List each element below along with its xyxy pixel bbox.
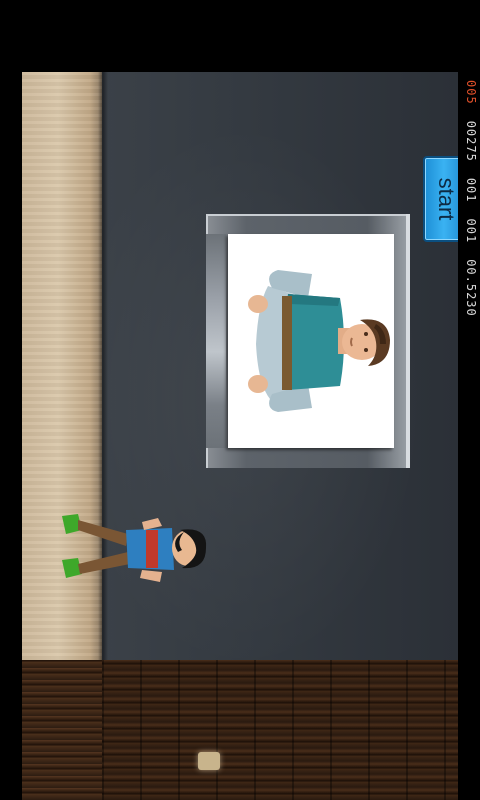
hud-level: 005 — [464, 80, 478, 105]
game-screen: start 005 00275 001 001 00.5230 — [0, 0, 480, 800]
hud-time: 00.5230 — [464, 259, 478, 317]
hud-value-b: 001 — [464, 218, 478, 244]
framed-portrait — [228, 234, 394, 448]
frame-edge — [406, 214, 410, 468]
wooden-floor — [102, 660, 458, 800]
player-sprite — [62, 514, 207, 582]
portrait-figure — [248, 270, 390, 412]
hud-score: 00275 — [464, 120, 478, 162]
start-button[interactable]: start — [423, 156, 458, 242]
player-character[interactable] — [58, 512, 208, 592]
frame-side-band — [206, 234, 226, 448]
hud-value-a: 001 — [464, 177, 478, 203]
hud-status-bar: 005 00275 001 001 00.5230 — [464, 80, 478, 400]
floor-lower-wood — [22, 660, 102, 800]
floor-light-spot — [198, 752, 220, 770]
picture-frame[interactable] — [206, 214, 410, 468]
hud-text: 005 00275 001 001 00.5230 — [464, 80, 478, 317]
start-button-label: start — [434, 177, 458, 221]
game-viewport[interactable]: start — [22, 72, 458, 800]
